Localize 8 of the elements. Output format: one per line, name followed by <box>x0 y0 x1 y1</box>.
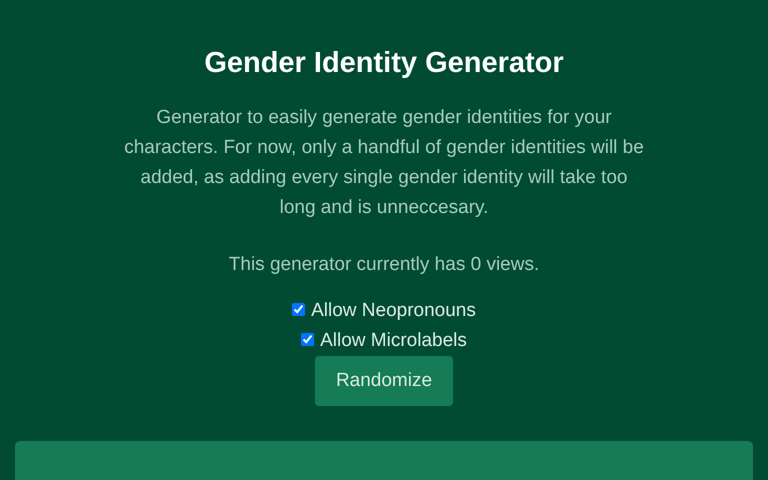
option-label: Allow Microlabels <box>320 330 467 351</box>
option-checkbox[interactable] <box>301 332 314 346</box>
randomize-button[interactable]: Randomize <box>314 356 454 406</box>
page-title: Gender Identity Generator <box>203 46 565 81</box>
option-label: Allow Neopronouns <box>311 300 476 321</box>
description-text: Generator to easily generate gender identities for your characters. For now, only a handful of gender identities will be added, as adding every single gender identity will take too long and is unneccesary. <box>124 106 644 220</box>
option-checkbox[interactable] <box>292 302 306 316</box>
views-count-text: This generator currently has 0 views. <box>228 252 540 277</box>
